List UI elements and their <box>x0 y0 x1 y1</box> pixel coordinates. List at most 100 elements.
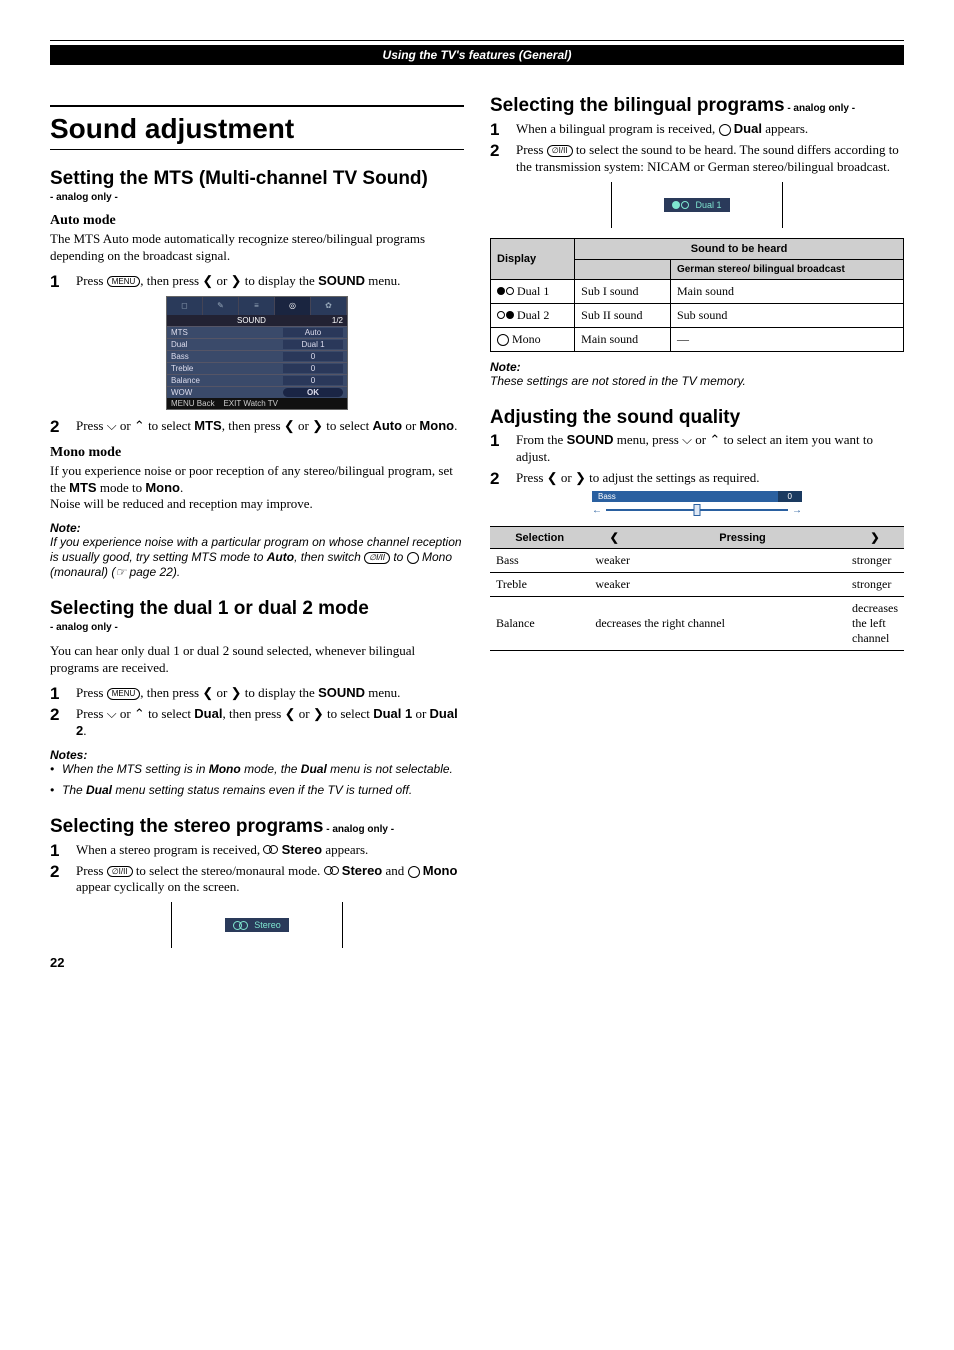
osd-chip-text: Dual 1 <box>695 200 721 210</box>
th-nicam <box>575 259 671 279</box>
mono-mode-body: If you experience noise or poor receptio… <box>50 463 464 514</box>
analog-only-tag: - analog only - <box>50 622 464 633</box>
step-text: Press ⌵ or ⌃ to select MTS, then press ❮… <box>76 418 464 435</box>
bilingual-step-2: 2 Press ∅I/II to select the sound to be … <box>490 142 904 176</box>
notes-label: Notes: <box>50 748 464 762</box>
cell: decreases the left channel <box>846 597 904 651</box>
t: to select <box>324 706 373 721</box>
t: Press <box>76 863 107 878</box>
cell: weaker <box>589 573 846 597</box>
pointer-icon: ☞ <box>115 565 126 579</box>
left-arrow-icon: ❮ <box>202 685 213 700</box>
t: appears. <box>322 842 368 857</box>
auto-label: Auto <box>267 550 294 564</box>
cell: Treble <box>490 573 589 597</box>
step-text: From the SOUND menu, press ⌵ or ⌃ to sel… <box>516 432 904 466</box>
osd-row-value: 0 <box>283 352 343 361</box>
th-display: Display <box>491 238 575 279</box>
mono-symbol-icon <box>497 334 509 346</box>
section-header: Using the TV's features (General) <box>50 45 904 65</box>
dual-step-1: 1 Press MENU, then press ❮ or ❯ to displ… <box>50 685 464 702</box>
osd-stereo-indicator: Stereo <box>171 902 343 948</box>
mono-symbol-icon <box>408 866 420 878</box>
t: Selecting the bilingual programs <box>490 95 785 116</box>
t: to select <box>323 418 372 433</box>
osd-sound-menu: ◻ ✎ ≡ ◎ ✿ SOUND 1/2 MTSAuto DualDual 1 B… <box>166 296 348 410</box>
t: Press <box>516 470 547 485</box>
right-arrow-icon: ❯ <box>313 706 324 721</box>
cell: — <box>670 327 903 351</box>
dual-heading: Selecting the dual 1 or dual 2 mode <box>50 598 464 620</box>
stereo-symbol-icon <box>324 866 339 875</box>
t: , then press <box>140 273 202 288</box>
osd-row-label: Dual <box>171 340 283 349</box>
table-row: Treble weaker stronger <box>490 573 904 597</box>
step-text: Press ∅I/II to select the stereo/monaura… <box>76 863 464 897</box>
note-label: Note: <box>50 521 464 535</box>
dual-symbol-icon <box>497 287 514 295</box>
osd-foot-back: MENU Back <box>171 399 215 408</box>
stereo-label: Stereo <box>342 863 382 878</box>
t: Press <box>76 273 107 288</box>
cell: Sub II sound <box>575 303 671 327</box>
osd-slider: Bass 0 ← → <box>592 491 802 516</box>
dual-body: You can hear only dual 1 or dual 2 sound… <box>50 643 464 677</box>
t: . <box>454 418 457 433</box>
t: to adjust the settings as required. <box>586 470 760 485</box>
step-number: 1 <box>50 685 76 702</box>
step-number: 2 <box>50 706 76 723</box>
stereo-symbol-icon <box>263 845 278 854</box>
t: menu, press <box>614 432 683 447</box>
osd-title: SOUND <box>171 316 332 325</box>
t: to <box>390 550 407 564</box>
right-arrow-icon: ❯ <box>575 470 586 485</box>
mono-symbol-icon <box>719 124 731 136</box>
mts-step-2: 2 Press ⌵ or ⌃ to select MTS, then press… <box>50 418 464 435</box>
down-arrow-icon: ⌵ <box>107 418 117 433</box>
t: and <box>382 863 407 878</box>
osd-tab-icon: ✎ <box>203 297 239 315</box>
t: . <box>83 723 86 738</box>
osd-tabs: ◻ ✎ ≡ ◎ ✿ <box>167 297 347 315</box>
right-arrow-icon: ❯ <box>312 418 323 433</box>
up-arrow-icon: ⌃ <box>134 706 145 721</box>
t: Press <box>76 418 107 433</box>
mono-mode-heading: Mono mode <box>50 445 464 461</box>
right-arrow-icon: ❯ <box>231 273 242 288</box>
mts-step-1: 1 Press MENU, then press ❮ or ❯ to displ… <box>50 273 464 290</box>
cell: Main sound <box>670 279 903 303</box>
t: or <box>213 685 230 700</box>
cell: weaker <box>589 549 846 573</box>
t: , then press <box>222 706 284 721</box>
t: or <box>692 432 709 447</box>
osd-row-label: Balance <box>171 376 283 385</box>
step-text: Press ∅I/II to select the sound to be he… <box>516 142 904 176</box>
left-arrow-icon: ← <box>592 505 602 516</box>
table-row: Bass weaker stronger <box>490 549 904 573</box>
bullet-icon: • <box>50 762 62 777</box>
step-text: When a stereo program is received, Stere… <box>76 842 464 859</box>
note-item: • When the MTS setting is in Mono mode, … <box>50 762 464 777</box>
dual1-label: Dual 1 <box>373 706 412 721</box>
auto-mode-heading: Auto mode <box>50 213 464 229</box>
osd-chip: Dual 1 <box>664 198 729 212</box>
bilingual-heading: Selecting the bilingual programs - analo… <box>490 95 904 117</box>
stereo-symbol-icon <box>233 921 248 930</box>
osd-tab-icon: ≡ <box>239 297 275 315</box>
osd-row-label: MTS <box>171 328 283 337</box>
th-left-arrow: ❮ <box>589 527 639 549</box>
up-arrow-icon: ⌃ <box>709 432 720 447</box>
quality-step-1: 1 From the SOUND menu, press ⌵ or ⌃ to s… <box>490 432 904 466</box>
t: Press <box>516 142 547 157</box>
t: When a bilingual program is received, <box>516 121 719 136</box>
mono-label: Mono <box>209 762 241 776</box>
t: mode to <box>97 480 146 495</box>
t: or <box>402 418 419 433</box>
cell: Bass <box>490 549 589 573</box>
osd-title-bar: SOUND 1/2 <box>167 315 347 326</box>
up-arrow-icon: ⌃ <box>134 418 145 433</box>
t: to select the sound to be heard. The sou… <box>516 142 899 174</box>
dual-step-2: 2 Press ⌵ or ⌃ to select Dual, then pres… <box>50 706 464 740</box>
auto-mode-body: The MTS Auto mode automatically recogniz… <box>50 231 464 265</box>
quality-step-2: 2 Press ❮ or ❯ to adjust the settings as… <box>490 470 904 487</box>
